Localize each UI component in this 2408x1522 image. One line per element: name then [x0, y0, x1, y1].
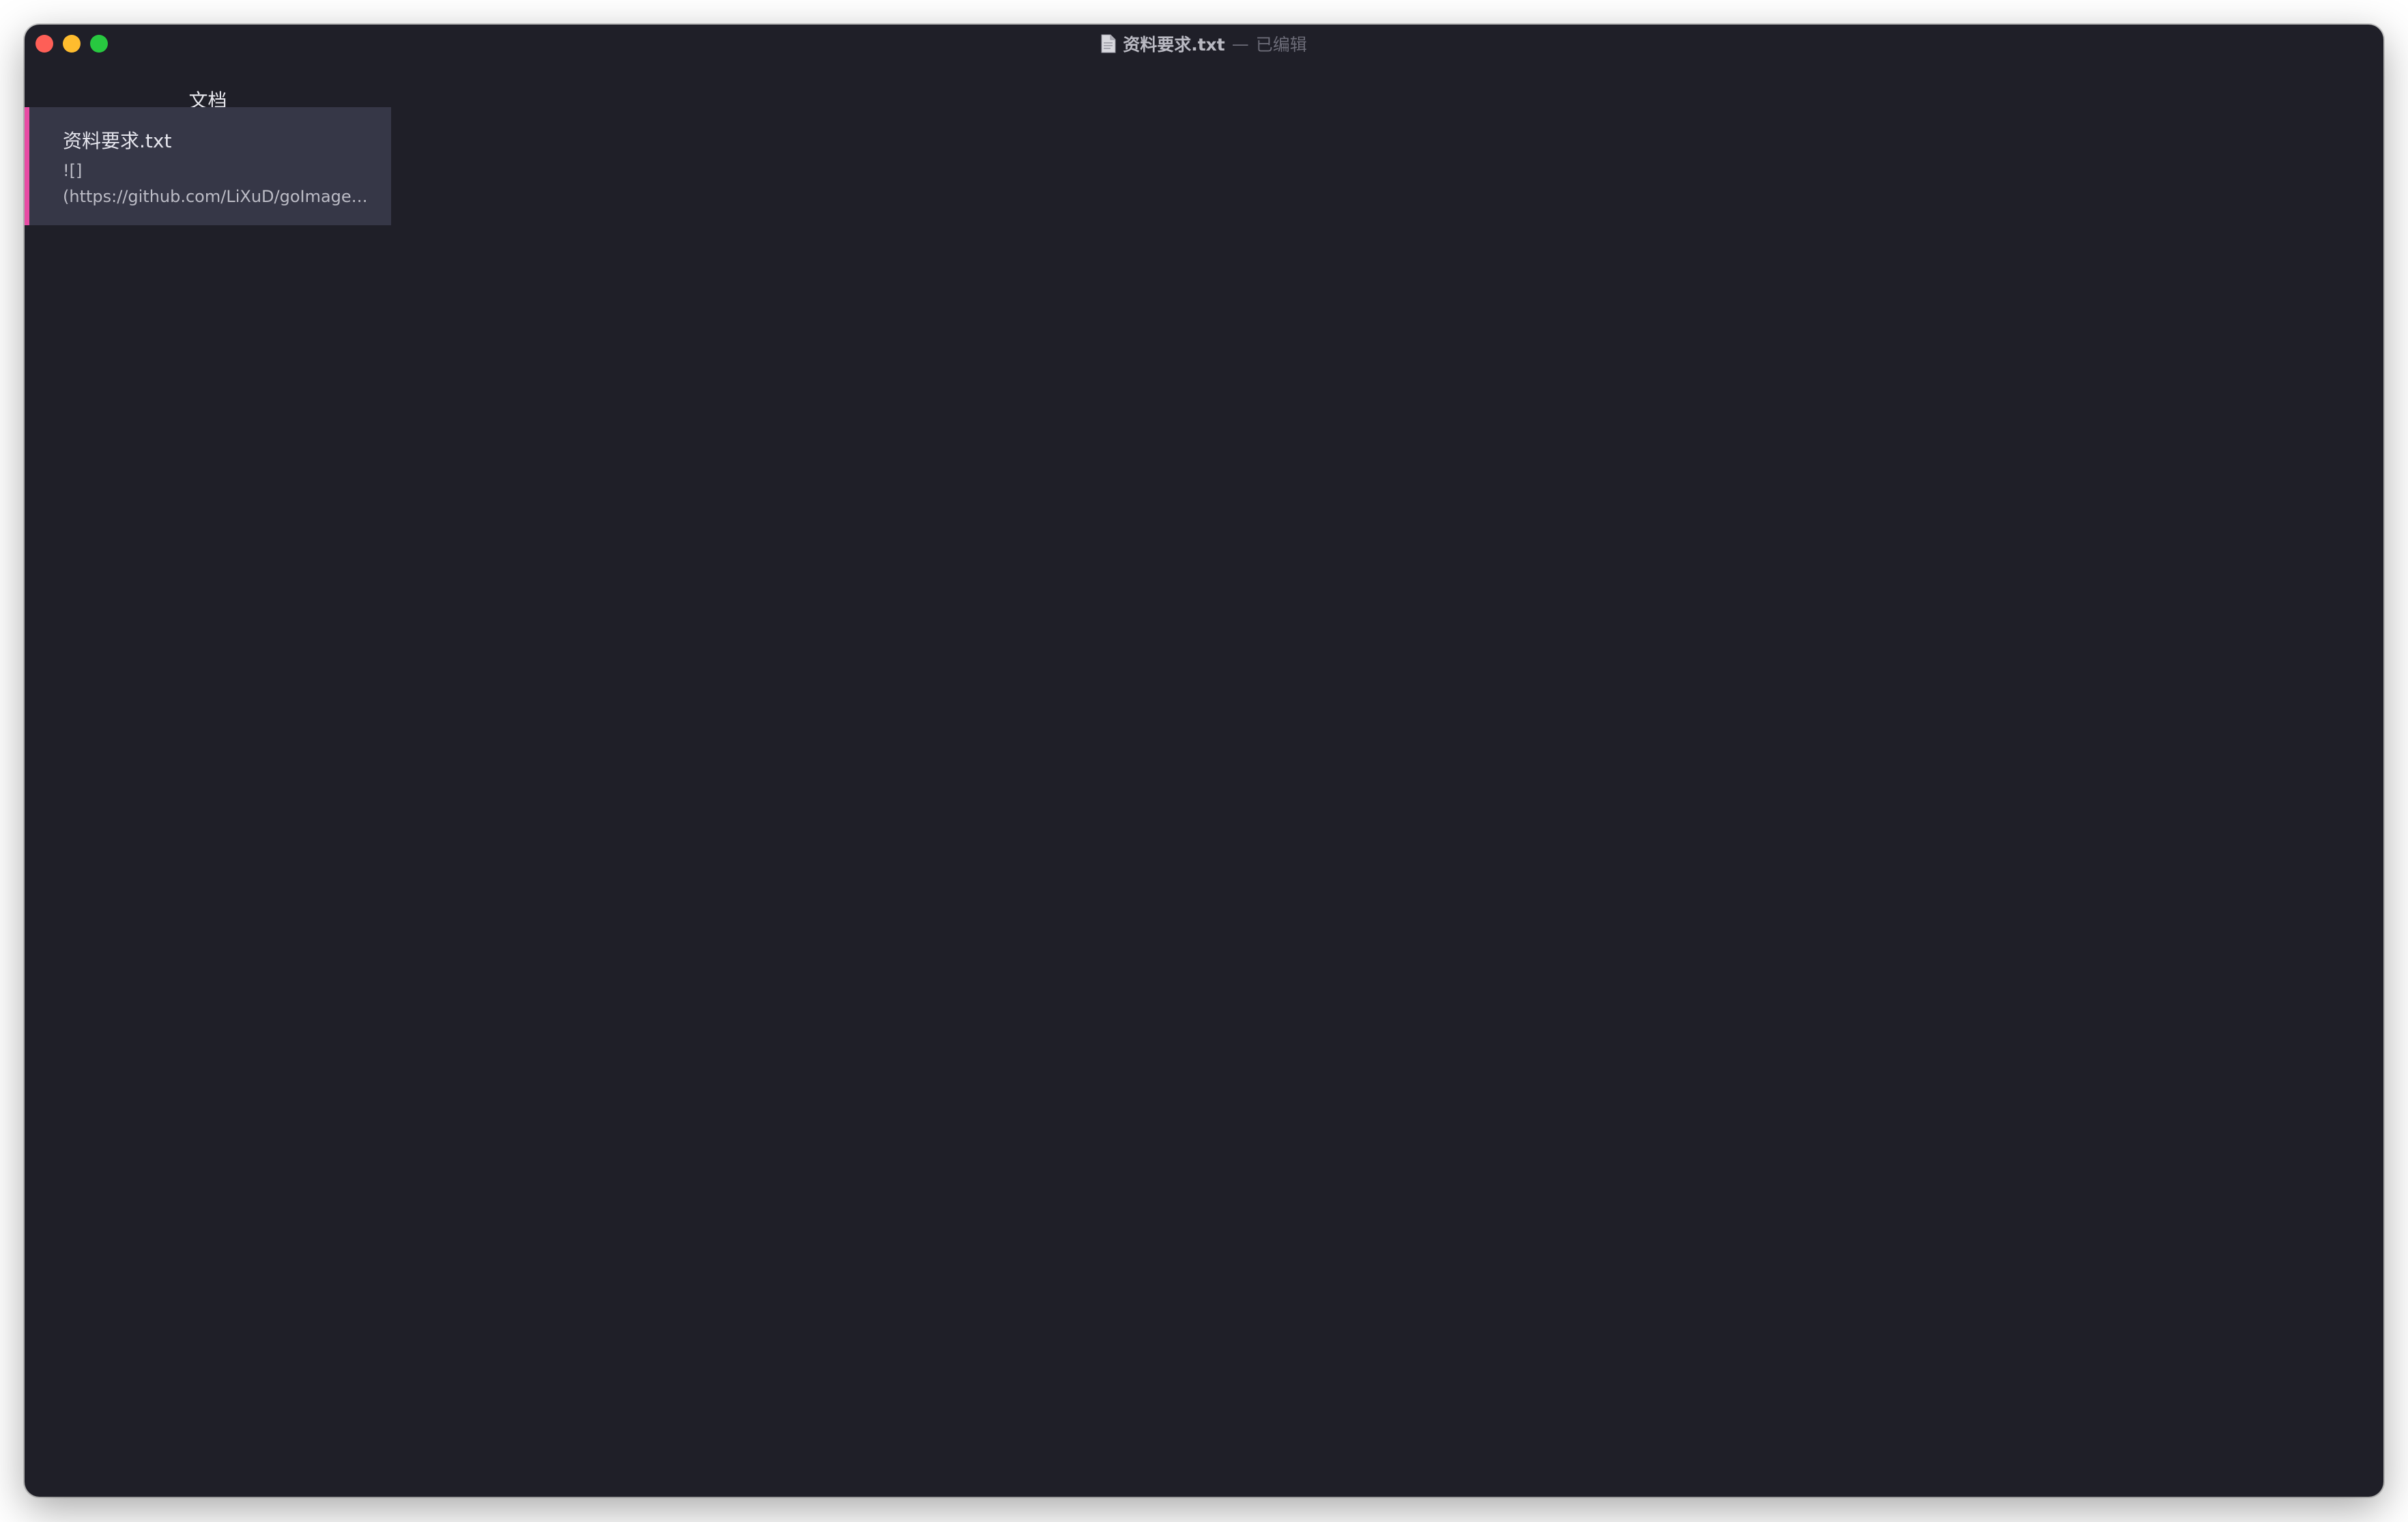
selection-accent-bar [25, 107, 29, 225]
title-bar[interactable]: 资料要求.txt — 已编辑 [25, 25, 2383, 63]
window-title-separator: — [1231, 33, 1249, 54]
window-title-filename: 资料要求.txt [1123, 35, 1225, 55]
editor-content-area[interactable] [391, 63, 2383, 1497]
app-window: 资料要求.txt — 已编辑 文档 资料要求.txt ![] (https://… [25, 25, 2383, 1497]
window-title: 资料要求.txt — 已编辑 [25, 25, 2383, 63]
window-title-status: 已编辑 [1255, 35, 1307, 55]
document-item-title: 资料要求.txt [63, 130, 172, 152]
document-list-item[interactable]: 资料要求.txt ![] (https://github.com/LiXuD/g… [25, 107, 391, 225]
document-preview-line: ![] [63, 161, 83, 180]
document-icon [1101, 34, 1116, 53]
document-preview-line: (https://github.com/LiXuD/goImage… [63, 187, 368, 206]
document-item-preview: ![] (https://github.com/LiXuD/goImage… [63, 158, 377, 210]
